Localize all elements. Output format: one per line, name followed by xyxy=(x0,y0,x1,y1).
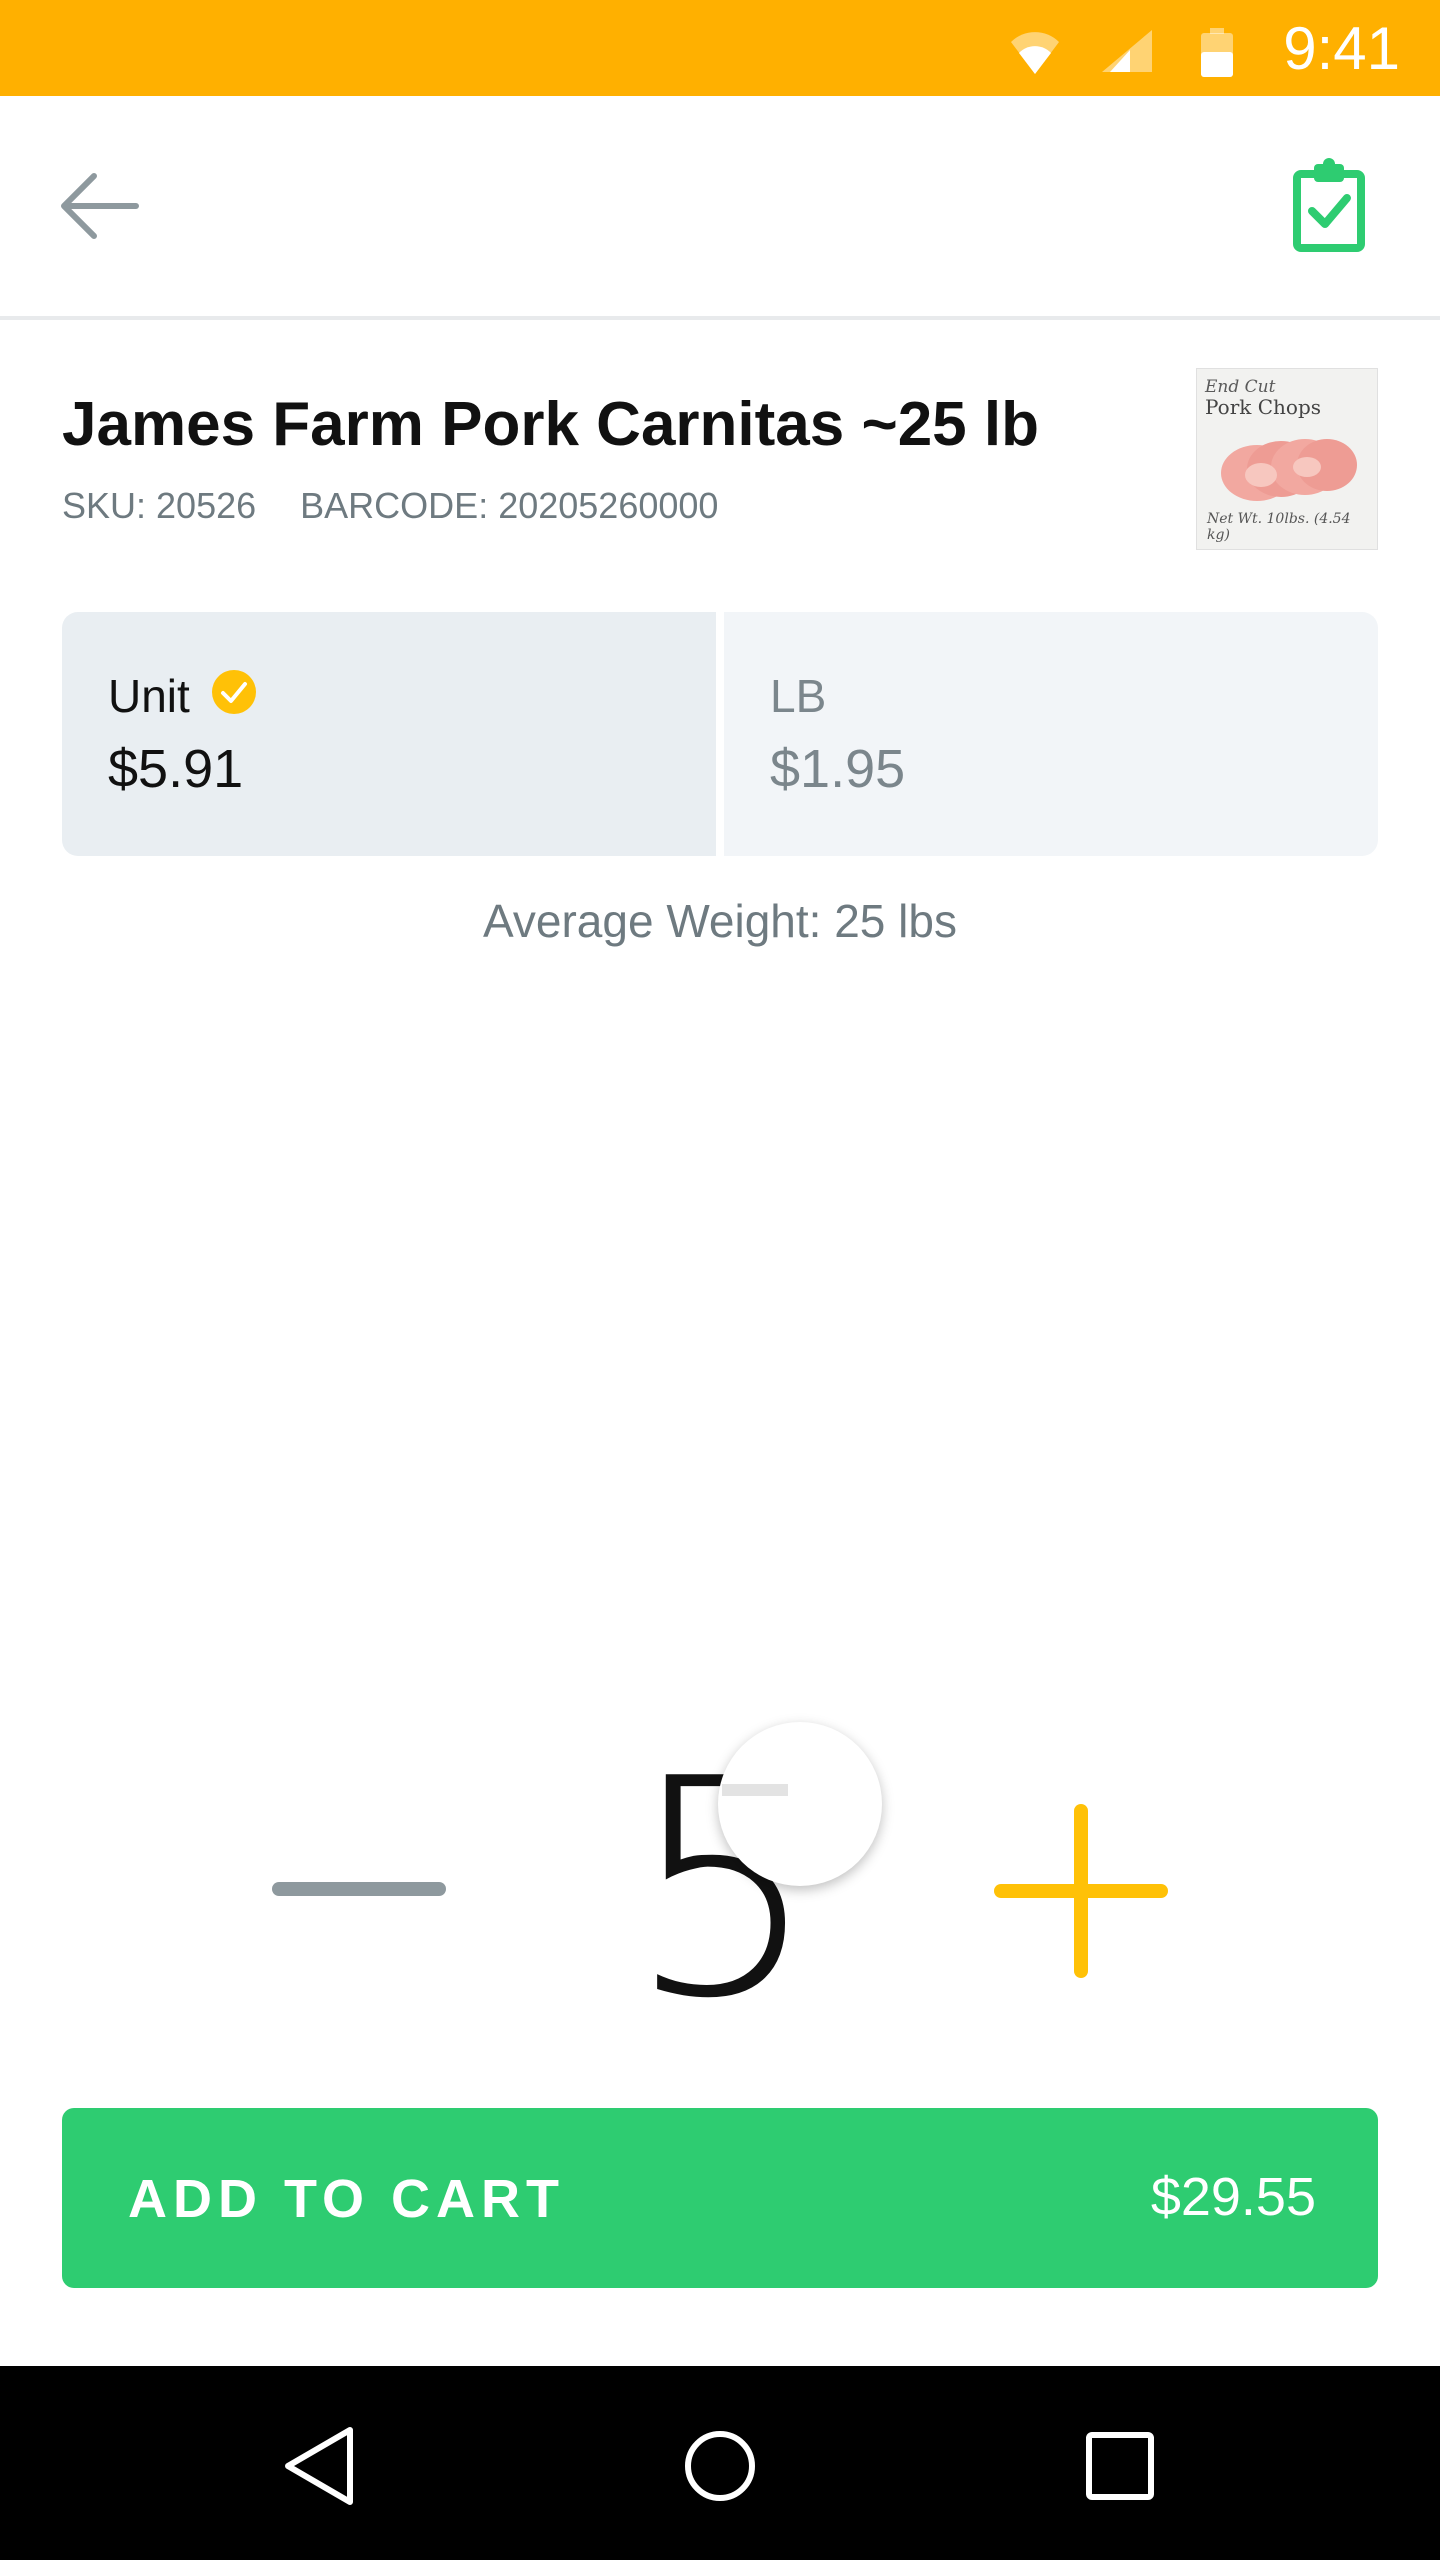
product-image-name: Pork Chops xyxy=(1205,395,1322,419)
increment-button[interactable] xyxy=(994,1804,1168,1978)
checklist-button[interactable] xyxy=(1290,156,1380,256)
price-option-unit[interactable]: Unit $5.91 xyxy=(62,612,716,856)
arrow-left-icon xyxy=(61,173,139,239)
price-options: Unit $5.91 LB $1.95 xyxy=(62,612,1378,856)
back-button[interactable] xyxy=(52,156,152,256)
nav-back-icon xyxy=(285,2427,353,2505)
price-option-label: Unit xyxy=(108,670,190,722)
pork-chops-image xyxy=(1221,439,1357,501)
nav-back-button[interactable] xyxy=(268,2416,368,2516)
decrement-button[interactable] xyxy=(272,1882,446,1896)
add-to-cart-label: ADD TO CART xyxy=(128,2169,565,2229)
clipboard-check-icon xyxy=(1293,158,1365,252)
status-bar: 9:41 xyxy=(0,0,1440,96)
signal-icon xyxy=(1102,30,1152,72)
nav-home-icon xyxy=(685,2431,755,2501)
product-title: James Farm Pork Carnitas ~25 lb xyxy=(62,390,1039,459)
price-option-price: $5.91 xyxy=(108,739,244,799)
nav-recents-icon xyxy=(1086,2432,1154,2500)
product-image-weight: Net Wt. 10lbs. (4.54 kg) xyxy=(1207,511,1351,543)
price-option-lb[interactable]: LB $1.95 xyxy=(724,612,1378,856)
cart-total: $29.55 xyxy=(1150,2167,1316,2227)
wifi-icon xyxy=(1011,32,1059,74)
price-option-price: $1.95 xyxy=(770,739,906,799)
product-sku: SKU: 20526 xyxy=(62,485,257,526)
battery-icon xyxy=(1201,28,1233,77)
status-time: 9:41 xyxy=(1283,15,1400,82)
nav-recents-button[interactable] xyxy=(1070,2416,1170,2516)
product-barcode: BARCODE: 20205260000 xyxy=(300,485,719,526)
app-bar xyxy=(0,96,1440,320)
product-meta: SKU: 20526 BARCODE: 20205260000 xyxy=(62,478,752,534)
nav-home-button[interactable] xyxy=(670,2416,770,2516)
add-to-cart-button[interactable]: ADD TO CART $29.55 xyxy=(62,2108,1378,2288)
check-circle-icon xyxy=(212,670,256,714)
product-image-caption: End Cut xyxy=(1205,377,1276,397)
product-image: End Cut Pork Chops Net Wt. 10lbs. (4.54 … xyxy=(1196,368,1378,550)
price-option-label: LB xyxy=(770,670,827,722)
system-nav-bar xyxy=(0,2366,1440,2560)
average-weight: Average Weight: 25 lbs xyxy=(483,895,957,947)
touch-indicator xyxy=(718,1722,882,1886)
plus-icon-stroke xyxy=(1074,1804,1088,1978)
